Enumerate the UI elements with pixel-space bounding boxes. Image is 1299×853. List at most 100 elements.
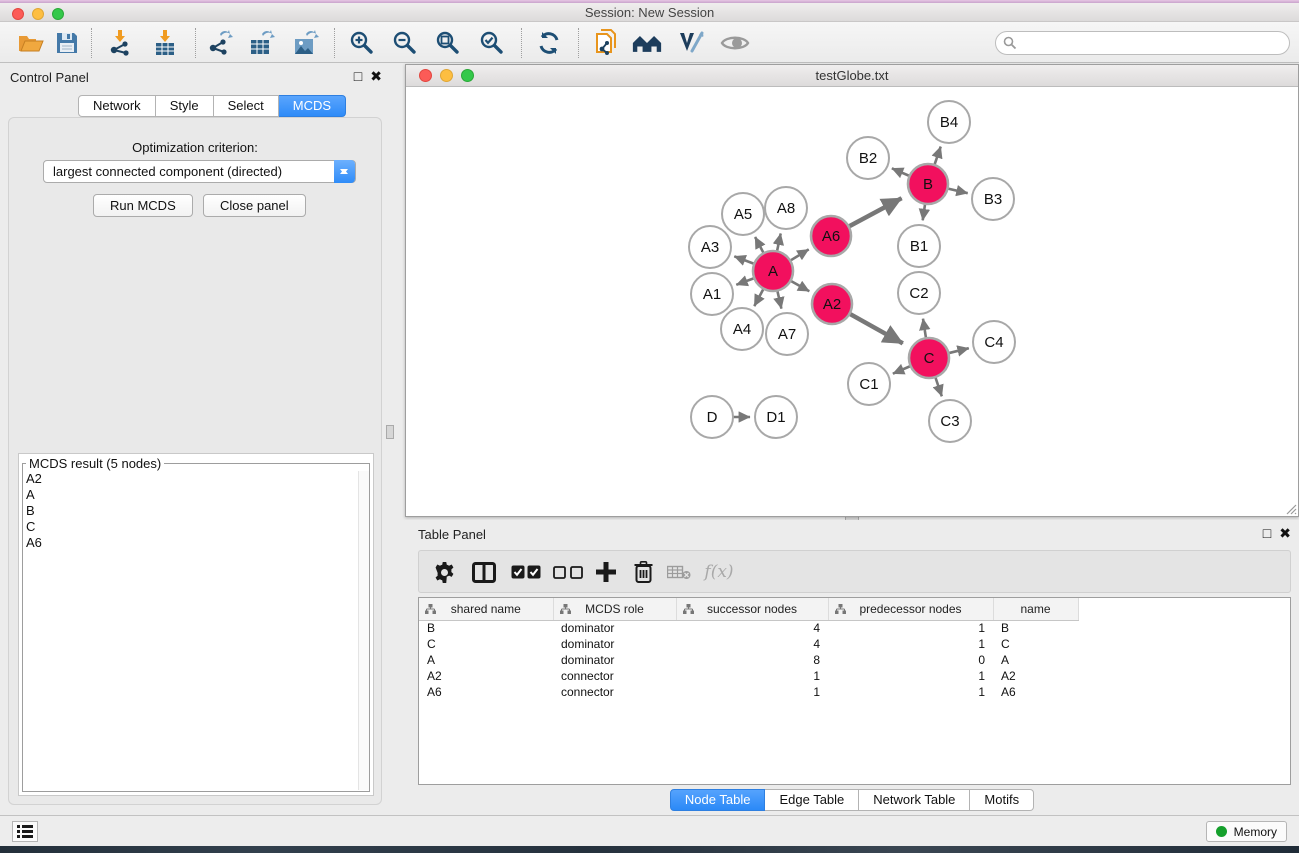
mcds-result-item[interactable]: A [24,487,357,503]
graph-node-C[interactable]: C [909,338,949,378]
zoom-traffic-light[interactable] [52,8,64,20]
graph-node-D1[interactable]: D1 [755,396,797,438]
close-traffic-light[interactable] [12,8,24,20]
table-header-row[interactable]: shared nameMCDS rolesuccessor nodesprede… [419,598,1078,620]
graph-node-A5[interactable]: A5 [722,193,764,235]
graph-edge-A-A5[interactable] [755,237,764,253]
tab-edge-table[interactable]: Edge Table [765,789,859,811]
table-cell[interactable]: A2 [993,668,1078,684]
task-history-button[interactable] [12,821,38,842]
graph-node-B[interactable]: B [908,164,948,204]
export-table-icon[interactable] [247,29,277,57]
graph-edge-A-A6[interactable] [790,249,809,260]
column-header[interactable]: name [993,598,1078,620]
zoom-out-icon[interactable] [390,29,420,57]
table-cell[interactable]: connector [553,684,676,700]
tab-node-table[interactable]: Node Table [670,789,766,811]
tab-network[interactable]: Network [78,95,156,117]
table-row[interactable]: Cdominator41C [419,636,1078,652]
table-row[interactable]: Adominator80A [419,652,1078,668]
table-cell[interactable]: dominator [553,620,676,636]
close-panel-icon[interactable]: ✖ [1279,525,1291,541]
graph-node-B4[interactable]: B4 [928,101,970,143]
open-network-from-ndex-icon[interactable] [592,29,622,57]
graph-node-A6[interactable]: A6 [811,216,851,256]
table-cell[interactable]: A [419,652,553,668]
select-all-columns-icon[interactable] [509,559,543,585]
close-traffic-light[interactable] [419,69,432,82]
mcds-result-list[interactable]: A2ABCA6 [24,471,357,790]
graph-edge-A2-C[interactable] [850,314,903,344]
tab-mcds[interactable]: MCDS [279,95,346,117]
graph-node-B2[interactable]: B2 [847,137,889,179]
graph-edge-C-C3[interactable] [935,377,942,396]
network-window-titlebar[interactable]: testGlobe.txt [406,65,1298,87]
export-image-icon[interactable] [291,29,321,57]
graph-edge-B-B3[interactable] [948,189,968,194]
create-column-plus-icon[interactable] [591,559,621,585]
graph-node-A7[interactable]: A7 [766,313,808,355]
import-network-icon[interactable] [105,29,135,57]
mcds-result-item[interactable]: A6 [24,535,357,551]
graph-node-A1[interactable]: A1 [691,273,733,315]
table-cell[interactable]: dominator [553,636,676,652]
graph-edge-C-C1[interactable] [893,366,911,374]
zoom-fit-icon[interactable] [433,29,463,57]
table-cell[interactable]: 1 [828,668,993,684]
table-cell[interactable]: 1 [828,636,993,652]
graph-edge-B-B1[interactable] [923,204,925,221]
search-input[interactable] [995,31,1290,55]
delete-table-icon[interactable] [664,559,694,585]
table-cell[interactable]: dominator [553,652,676,668]
column-header[interactable]: successor nodes [676,598,828,620]
network-canvas[interactable]: B4B2BB3A8A5A6B1A3AC2A1A2A4A7C4CC1DD1C3 [406,87,1298,516]
tab-select[interactable]: Select [214,95,279,117]
graph-node-A[interactable]: A [753,251,793,291]
graph-node-B1[interactable]: B1 [898,225,940,267]
graph-node-C4[interactable]: C4 [973,321,1015,363]
save-session-icon[interactable] [52,29,82,57]
table-cell[interactable]: 0 [828,652,993,668]
table-cell[interactable]: 1 [676,668,828,684]
graph-node-C2[interactable]: C2 [898,272,940,314]
node-table-container[interactable]: shared nameMCDS rolesuccessor nodesprede… [418,597,1291,785]
graph-edge-A6-B[interactable] [849,198,902,226]
memory-button[interactable]: Memory [1206,821,1287,842]
table-cell[interactable]: B [419,620,553,636]
vertical-splitter-handle[interactable] [386,425,394,439]
tab-style[interactable]: Style [156,95,214,117]
style-toggle-icon[interactable] [676,29,706,57]
close-panel-button[interactable]: Close panel [203,194,306,217]
graph-edge-A-A4[interactable] [754,289,763,307]
table-cell[interactable]: 4 [676,636,828,652]
ndex-browse-icon[interactable] [632,29,662,57]
graph-edge-B-B4[interactable] [934,147,940,166]
mcds-result-item[interactable]: A2 [24,471,357,487]
refresh-icon[interactable] [534,29,564,57]
float-panel-icon[interactable]: □ [354,68,362,84]
graph-node-C1[interactable]: C1 [848,363,890,405]
zoom-in-icon[interactable] [347,29,377,57]
node-table[interactable]: shared nameMCDS rolesuccessor nodesprede… [419,598,1079,700]
mcds-result-item[interactable]: C [24,519,357,535]
table-cell[interactable]: C [993,636,1078,652]
table-cell[interactable]: 8 [676,652,828,668]
column-header[interactable]: shared name [419,598,553,620]
function-builder-icon[interactable]: f(x) [701,559,737,585]
graph-edge-A-A1[interactable] [736,278,754,285]
graph-node-B3[interactable]: B3 [972,178,1014,220]
graph-edge-A-A3[interactable] [734,256,754,264]
deselect-all-columns-icon[interactable] [551,559,585,585]
table-cell[interactable]: 4 [676,620,828,636]
graph-edge-A-A8[interactable] [777,234,781,252]
table-cell[interactable]: C [419,636,553,652]
criterion-select[interactable]: largest connected component (directed) [43,160,356,183]
graph-node-A2[interactable]: A2 [812,284,852,324]
table-cell[interactable]: A [993,652,1078,668]
show-hide-icon[interactable] [720,29,750,57]
show-columns-icon[interactable] [469,559,499,585]
resize-grip-icon[interactable] [1283,501,1297,515]
graph-node-A3[interactable]: A3 [689,226,731,268]
graph-node-A8[interactable]: A8 [765,187,807,229]
delete-column-trash-icon[interactable] [629,559,657,585]
